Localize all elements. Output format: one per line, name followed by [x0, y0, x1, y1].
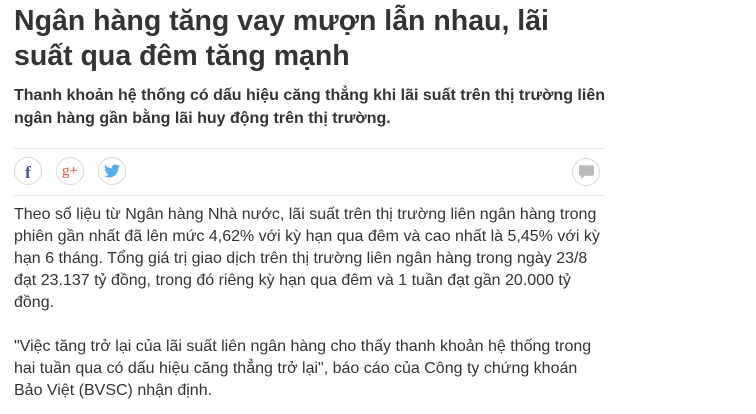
- google-plus-icon: g+: [62, 162, 78, 179]
- facebook-icon: f: [25, 162, 31, 182]
- article-title: Ngân hàng tăng vay mượn lẫn nhau, lãi su…: [14, 5, 549, 72]
- share-bar-bottom-divider: [14, 195, 604, 196]
- google-plus-share-button[interactable]: g+: [56, 157, 84, 185]
- article-paragraph: Theo số liệu từ Ngân hàng Nhà nước, lãi …: [14, 206, 600, 311]
- article: Ngân hàng tăng vay mượn lẫn nhau, lãi su…: [0, 0, 756, 414]
- comment-button[interactable]: [572, 158, 600, 186]
- twitter-icon: [104, 164, 120, 178]
- facebook-share-button[interactable]: f: [14, 157, 42, 185]
- article-paragraph: "Việc tăng trở lại của lãi suất liên ngâ…: [14, 338, 592, 399]
- twitter-share-button[interactable]: [98, 157, 126, 185]
- article-sapo: Thanh khoản hệ thống có dấu hiệu căng th…: [14, 87, 605, 127]
- share-bar-top-divider: [14, 148, 604, 149]
- comment-icon: [578, 165, 594, 179]
